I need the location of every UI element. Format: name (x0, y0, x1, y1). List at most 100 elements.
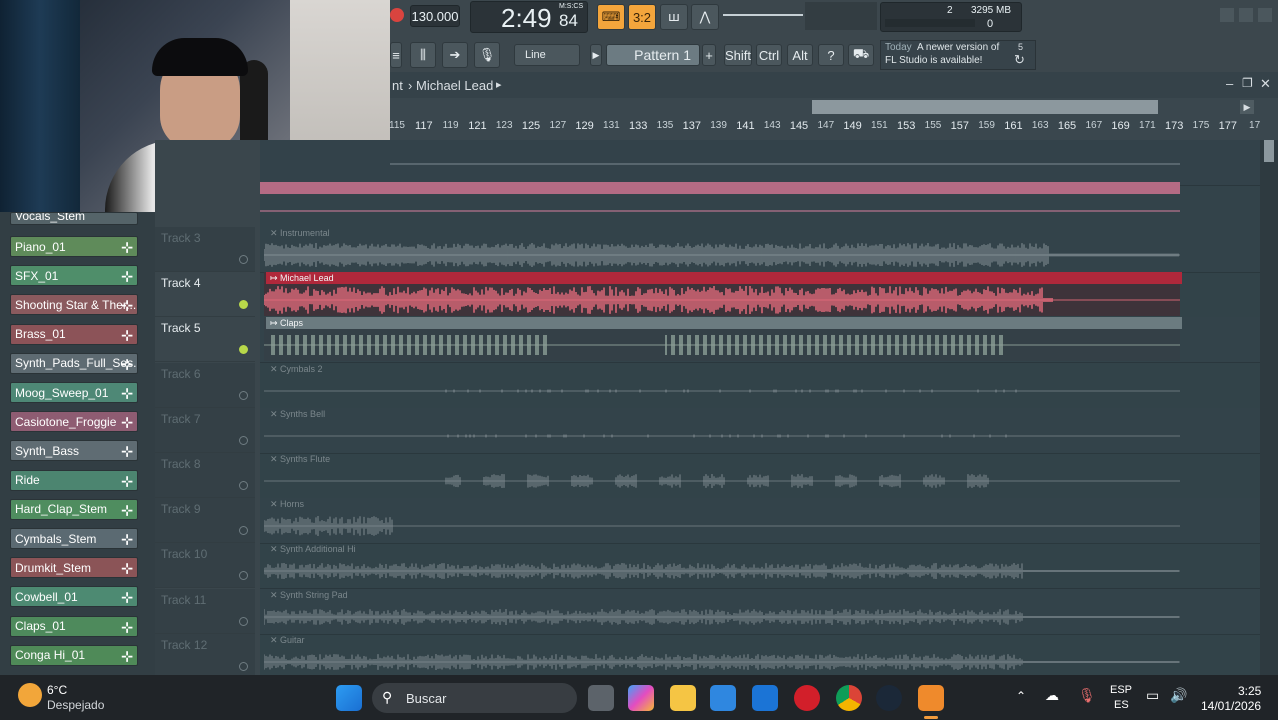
breadcrumb-current[interactable]: Michael Lead (416, 78, 493, 93)
track-header[interactable]: Track 12 (155, 633, 255, 679)
track-enable-icon[interactable] (239, 255, 248, 264)
drag-icon[interactable]: ⊹ (121, 385, 133, 402)
track-header[interactable]: Track 6 (155, 362, 255, 408)
clip-menu-icon[interactable]: ✕ (270, 228, 280, 238)
track-header[interactable]: Track 5 (155, 317, 255, 363)
microphone-icon[interactable]: 🎙 (474, 42, 500, 68)
panel-close-icon[interactable]: ✕ (1260, 76, 1271, 92)
browser-item[interactable]: SFX_01 ⊹ (10, 265, 138, 287)
task-view-icon[interactable] (588, 685, 614, 711)
browser-item[interactable]: Hard_Clap_Stem ⊹ (10, 498, 138, 520)
audio-clip[interactable]: ✕ Synths Flute (264, 453, 1180, 497)
track-enable-icon[interactable] (239, 390, 248, 400)
drag-icon[interactable]: ⊹ (121, 502, 133, 519)
track-header[interactable]: Track 3 (155, 227, 255, 272)
drag-icon[interactable]: ⊹ (121, 327, 133, 344)
file-explorer-icon[interactable] (670, 685, 696, 711)
track-enable-icon[interactable] (239, 526, 248, 536)
playlist-lane[interactable]: ✕ Horns (260, 498, 1260, 545)
drag-icon[interactable]: ⊹ (121, 560, 133, 577)
snap-select[interactable]: Line (514, 44, 580, 66)
playlist-lane[interactable]: ✕ Synths Bell (260, 407, 1260, 454)
playlist-lane[interactable]: ✕ Instrumental (260, 227, 1260, 273)
audio-clip[interactable]: ✕ Synth String Pad (264, 589, 1180, 633)
playlist-lane[interactable]: ✕ Cymbals 2 (260, 362, 1260, 409)
browser-item[interactable]: Cymbals_Stem ⊹ (10, 528, 138, 549)
browser-item[interactable]: Synth_Pads_Full_Ses... ⊹ (10, 352, 138, 374)
track-enable-icon[interactable] (239, 300, 248, 310)
browser-item[interactable]: Moog_Sweep_01 ⊹ (10, 382, 138, 403)
clip-menu-icon[interactable]: ✕ (270, 544, 280, 554)
audio-clip[interactable]: ✕ Cymbals 2 (264, 363, 1180, 407)
master-volume-slider[interactable] (723, 14, 803, 16)
playlist-lane[interactable]: ✕ Guitar (260, 633, 1260, 675)
audio-clip[interactable]: ✕ Synth Additional Hi (264, 543, 1180, 587)
browser-item[interactable]: Shooting Star & Ther... ⊹ (10, 294, 138, 316)
vertical-scrollbar[interactable] (1260, 140, 1278, 675)
panel-minimize-icon[interactable]: – (1226, 76, 1233, 91)
playlist-lane[interactable]: ✕ Synth Additional Hi (260, 543, 1260, 590)
metronome-button[interactable]: ⋀ (691, 4, 719, 30)
typing-keyboard-button[interactable]: ⌨ (597, 4, 625, 30)
countdown-button[interactable]: 3:2 (628, 4, 656, 30)
pattern-prev-button[interactable]: ▶ (590, 44, 602, 66)
clip-menu-icon[interactable]: ✕ (270, 499, 280, 509)
track-header[interactable]: Track 11 (155, 588, 255, 634)
taskbar-search-box[interactable]: ⚲ Buscar (372, 683, 577, 713)
copilot-icon[interactable] (628, 685, 654, 711)
clip-menu-icon[interactable]: ↦ (270, 273, 280, 283)
drag-icon[interactable]: ⊹ (121, 473, 133, 490)
clock-time[interactable]: 3:25 (1238, 684, 1261, 698)
arrow-right-icon[interactable]: ➔ (442, 42, 468, 68)
help-icon[interactable]: ? (818, 44, 844, 66)
add-pattern-button[interactable]: + (702, 44, 716, 66)
lang-bottom[interactable]: ES (1114, 699, 1129, 711)
network-icon[interactable]: ▭ (1146, 687, 1159, 704)
vertical-scroll-thumb[interactable] (1264, 140, 1274, 162)
drag-icon[interactable]: ⊹ (121, 443, 133, 460)
browser-menu-icon[interactable]: ≡ (390, 42, 402, 68)
clip-menu-icon[interactable]: ✕ (270, 409, 280, 419)
clip-menu-icon[interactable]: ✕ (270, 454, 280, 464)
drag-icon[interactable]: ⊹ (121, 531, 133, 548)
browser-item-partial[interactable]: Vocals_Stem (10, 212, 138, 225)
browser-item[interactable]: Cowbell_01 ⊹ (10, 586, 138, 608)
tray-chevron-icon[interactable]: ⌃ (1016, 689, 1026, 703)
drag-icon[interactable]: ⊹ (121, 589, 133, 606)
minimize-icon[interactable] (1220, 8, 1234, 22)
playlist-lane[interactable]: ✕ Synth String Pad (260, 588, 1260, 635)
browser-item[interactable]: Brass_01 ⊹ (10, 323, 138, 345)
clip-menu-icon[interactable]: ✕ (270, 635, 280, 645)
restore-icon[interactable] (1239, 8, 1253, 22)
chrome-icon[interactable] (836, 685, 862, 711)
track-header[interactable]: Track 10 (155, 543, 255, 589)
audio-clip[interactable]: ✕ Synths Bell (264, 408, 1180, 452)
audio-clip[interactable]: ↦ Claps (264, 317, 1182, 362)
drag-icon[interactable]: ⊹ (121, 268, 133, 285)
track-header[interactable]: Track 4 (155, 272, 255, 318)
clip-menu-icon[interactable]: ✕ (270, 364, 280, 374)
track-enable-icon[interactable] (239, 345, 248, 355)
tray-microphone-icon[interactable]: 🎙 (1078, 687, 1096, 704)
windows-start-icon[interactable] (336, 685, 362, 711)
browser-item[interactable]: Casiotone_Froggie ⊹ (10, 411, 138, 433)
audio-clip[interactable]: ✕ Instrumental (264, 227, 1180, 271)
drag-icon[interactable]: ⊹ (121, 619, 133, 636)
playlist-lane[interactable]: ↦ Claps (260, 317, 1260, 364)
panel-maximize-icon[interactable]: ❐ (1242, 76, 1253, 90)
browser-item[interactable]: Piano_01 ⊹ (10, 236, 138, 257)
track-enable-icon[interactable] (239, 616, 248, 626)
browser-item[interactable]: Synth_Bass ⊹ (10, 440, 138, 462)
drag-icon[interactable]: ⊹ (121, 414, 133, 431)
browser-item[interactable]: Claps_01 ⊹ (10, 615, 138, 637)
tempo-display[interactable]: 130.000 (410, 5, 460, 27)
track-header[interactable]: Track 8 (155, 453, 255, 498)
clip-menu-icon[interactable]: ✕ (270, 590, 280, 600)
playlist-lane[interactable]: ↦ Michael Lead (260, 272, 1260, 319)
fl-studio-icon[interactable] (918, 685, 944, 711)
audio-clip[interactable]: ✕ Horns (264, 498, 1180, 542)
bar-ruler[interactable]: 115 117 119 121 123 125 127 129 131 133 135 137 139 1… (389, 116, 1260, 140)
onedrive-icon[interactable]: ☁ (1045, 687, 1059, 704)
time-display[interactable]: 2:49 84 M:S:CS (470, 1, 588, 33)
close-icon[interactable] (1258, 8, 1272, 22)
